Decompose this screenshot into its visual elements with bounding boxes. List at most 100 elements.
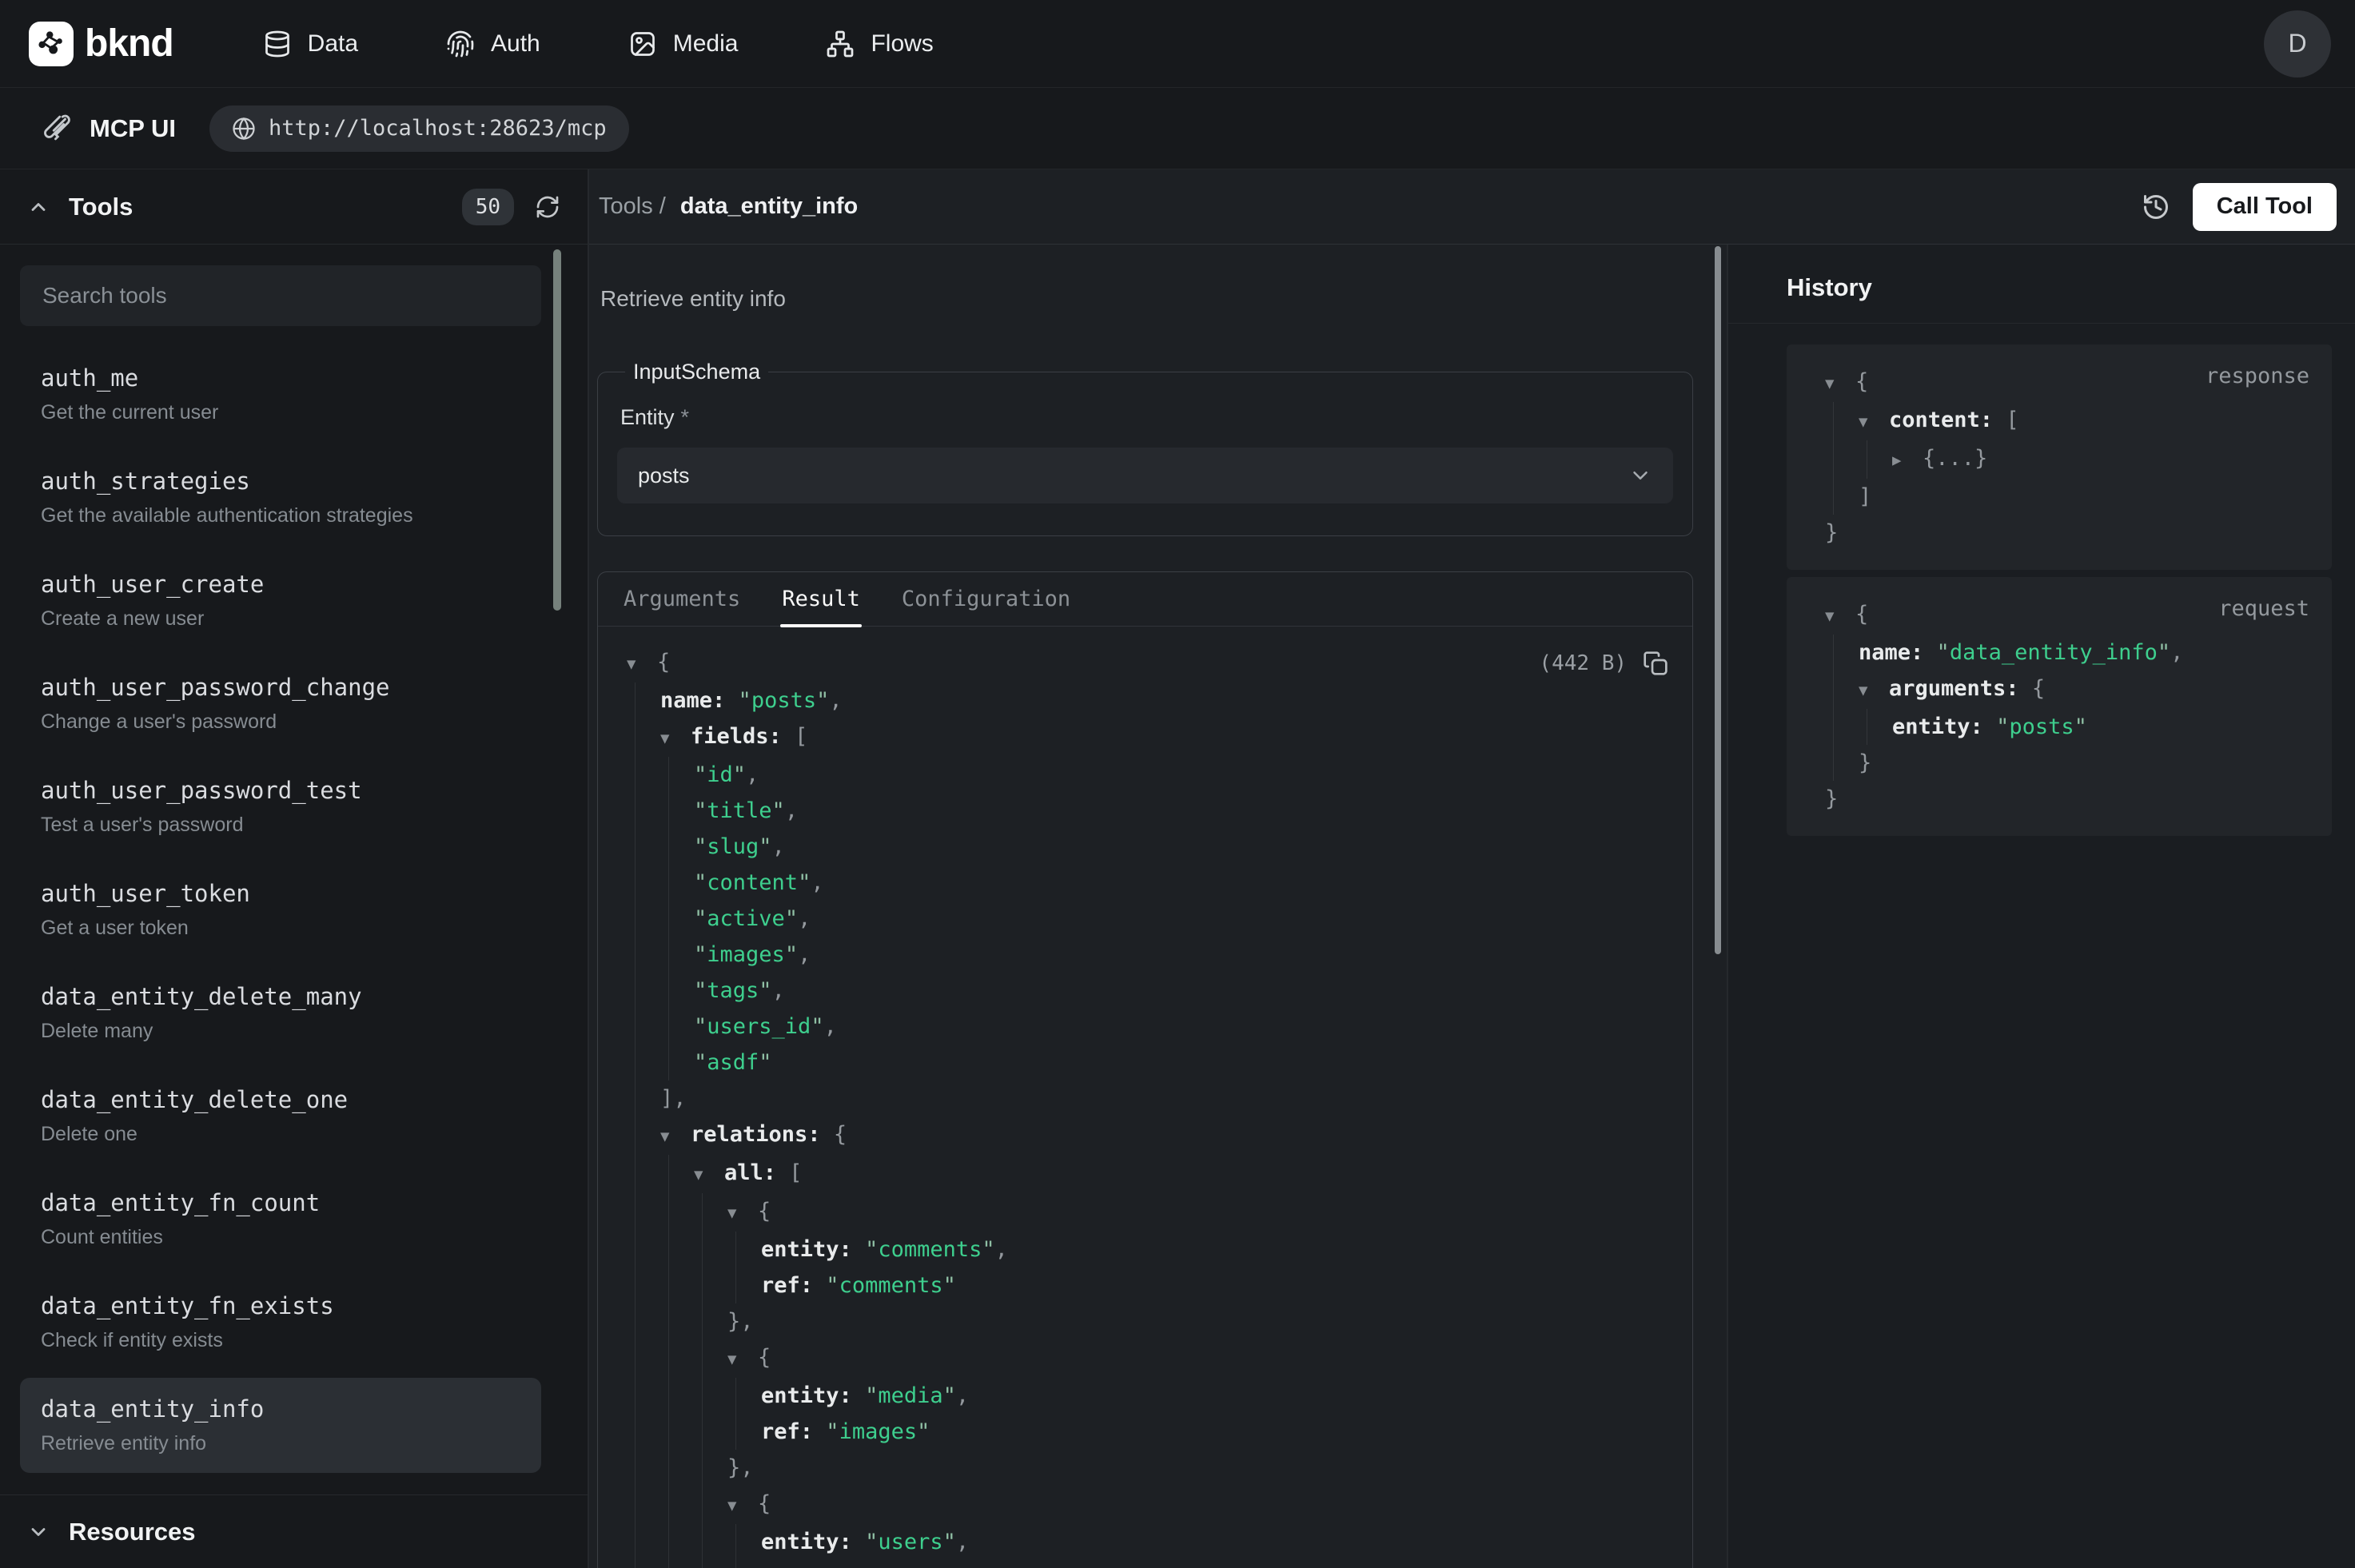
sidebar-scrollbar[interactable]	[553, 249, 561, 611]
json-line: ▼arguments: {	[1809, 671, 2309, 709]
json-line: "images",	[611, 937, 1670, 973]
main-scrollbar[interactable]	[1715, 246, 1721, 954]
top-navbar: bknd Data Auth Media Flows D	[0, 0, 2355, 88]
json-line: "id",	[611, 757, 1670, 793]
json-line: name: "posts",	[611, 683, 1670, 718]
tool-header-bar: Tools / data_entity_info Call Tool	[589, 169, 2355, 245]
nav-item-label: Data	[308, 30, 358, 58]
nav-item-flows[interactable]: Flows	[826, 30, 933, 58]
search-input[interactable]	[20, 265, 541, 326]
json-line: ]	[1809, 479, 2309, 515]
json-line: }	[1809, 781, 2309, 817]
tool-detail-panel: Retrieve entity info InputSchema Entity*…	[589, 245, 1727, 1568]
brand[interactable]: bknd	[29, 22, 173, 66]
tool-name: data_entity_fn_count	[41, 1189, 520, 1216]
header-actions: Call Tool	[2142, 183, 2337, 231]
mcp-url: http://localhost:28623/mcp	[269, 116, 607, 141]
json-line: "slug",	[611, 829, 1670, 865]
json-line: },	[611, 1303, 1670, 1339]
main-column: Tools / data_entity_info Call Tool Retri…	[589, 169, 2355, 1568]
json-line: "title",	[611, 793, 1670, 829]
nav-item-media[interactable]: Media	[628, 30, 739, 58]
history-icon[interactable]	[2142, 193, 2170, 221]
input-schema-fieldset: InputSchema Entity* posts	[597, 360, 1693, 536]
json-toggle-arrow[interactable]: ▼	[1859, 404, 1889, 440]
json-toggle-arrow[interactable]: ▼	[694, 1157, 724, 1193]
tools-sidebar: Tools 50 auth_meGet the current userauth…	[0, 169, 589, 1568]
nav-item-data[interactable]: Data	[263, 30, 358, 58]
mcp-ui-title: MCP UI	[90, 114, 176, 143]
tab-result[interactable]: Result	[780, 587, 862, 626]
json-toggle-arrow[interactable]: ▼	[1825, 599, 1855, 635]
json-line: ▶{...}	[1809, 440, 2309, 479]
app-window: bknd Data Auth Media Flows D MCP UI http://…	[0, 0, 2355, 1568]
tool-name: auth_me	[41, 364, 520, 392]
nav-item-auth[interactable]: Auth	[446, 30, 540, 58]
tool-list-item-data_entity_info[interactable]: data_entity_infoRetrieve entity info	[20, 1378, 541, 1473]
tool-list-item-auth_user_create[interactable]: auth_user_createCreate a new user	[20, 553, 541, 648]
tool-desc: Create a new user	[41, 607, 520, 631]
tool-list-item-auth_user_token[interactable]: auth_user_tokenGet a user token	[20, 862, 541, 957]
tool-desc: Check if entity exists	[41, 1329, 520, 1352]
tool-list-item-auth_user_password_test[interactable]: auth_user_password_testTest a user's pas…	[20, 759, 541, 854]
json-line: ▼fields: [	[611, 718, 1670, 757]
tab-arguments[interactable]: Arguments	[622, 587, 742, 626]
chevron-up-icon	[27, 196, 50, 218]
mcp-url-pill[interactable]: http://localhost:28623/mcp	[209, 105, 629, 152]
call-tool-button[interactable]: Call Tool	[2193, 183, 2337, 231]
tool-list-item-auth_me[interactable]: auth_meGet the current user	[20, 347, 541, 442]
json-toggle-arrow[interactable]: ▼	[1859, 673, 1889, 709]
json-toggle-arrow[interactable]: ▼	[727, 1488, 758, 1524]
entity-field-label: Entity*	[620, 405, 1676, 430]
json-line: ▼{	[1809, 596, 2309, 635]
json-toggle-arrow[interactable]: ▼	[660, 1119, 691, 1155]
tool-name: auth_user_password_change	[41, 674, 520, 701]
result-tabs: Arguments Result Configuration	[598, 572, 1692, 627]
tool-name: data_entity_fn_exists	[41, 1292, 520, 1319]
tool-list-item-auth_strategies[interactable]: auth_strategiesGet the available authent…	[20, 450, 541, 545]
tool-list-item-data_entity_delete_many[interactable]: data_entity_delete_manyDelete many	[20, 965, 541, 1061]
json-line: ▼relations: {	[611, 1116, 1670, 1155]
json-toggle-arrow[interactable]: ▼	[727, 1342, 758, 1378]
tools-count-badge: 50	[462, 189, 514, 225]
json-toggle-arrow[interactable]: ▼	[1825, 366, 1855, 402]
brand-name: bknd	[85, 22, 173, 66]
bknd-logo-icon	[29, 22, 74, 66]
chevron-down-icon	[27, 1521, 50, 1543]
tool-name: auth_strategies	[41, 468, 520, 495]
json-line: entity: "posts"	[1809, 709, 2309, 745]
image-icon	[628, 30, 657, 58]
json-toggle-arrow[interactable]: ▶	[1892, 443, 1923, 479]
history-entry-response[interactable]: response▼{▼content: [▶{...}]}	[1787, 344, 2332, 570]
history-panel: History response▼{▼content: [▶{...}]}req…	[1727, 245, 2355, 1568]
tool-name: data_entity_delete_many	[41, 983, 520, 1010]
json-toggle-arrow[interactable]: ▼	[660, 721, 691, 757]
mcp-icon	[40, 113, 70, 144]
tool-list-item-data_entity_delete_one[interactable]: data_entity_delete_oneDelete one	[20, 1069, 541, 1164]
entity-select[interactable]: posts	[617, 448, 1673, 503]
user-avatar[interactable]: D	[2264, 10, 2331, 78]
breadcrumb-section[interactable]: Tools	[599, 193, 653, 219]
tool-desc: Count entities	[41, 1226, 520, 1249]
result-card: ArgumentsResultConfiguration (442 B)	[597, 571, 1693, 1568]
resources-section-header[interactable]: Resources	[0, 1494, 588, 1568]
tool-list-item-data_entity_fn_exists[interactable]: data_entity_fn_exists Check if entity exi…	[20, 1275, 541, 1370]
json-line: ref: "comments"	[611, 1268, 1670, 1303]
history-entry-request[interactable]: request▼{name: "data_entity_info",▼argum…	[1787, 577, 2332, 836]
tool-desc: Change a user's password	[41, 710, 520, 734]
tools-section-header[interactable]: Tools 50	[0, 169, 588, 245]
database-icon	[263, 30, 292, 58]
tab-configuration[interactable]: Configuration	[900, 587, 1072, 626]
json-line: ▼{	[611, 644, 1670, 683]
tool-list-item-data_entity_fn_count[interactable]: data_entity_fn_count Count entities	[20, 1172, 541, 1267]
json-toggle-arrow[interactable]: ▼	[627, 647, 657, 683]
mcp-bar: MCP UI http://localhost:28623/mcp	[0, 88, 2355, 169]
tools-list-scroll: auth_meGet the current userauth_strategi…	[0, 245, 588, 1494]
json-line: "active",	[611, 901, 1670, 937]
entity-select-value: posts	[638, 464, 690, 488]
globe-icon	[232, 117, 256, 141]
json-toggle-arrow[interactable]: ▼	[727, 1196, 758, 1232]
refresh-icon[interactable]	[535, 194, 560, 220]
tool-list-item-auth_user_password_change[interactable]: auth_user_password_change Change a user's…	[20, 656, 541, 751]
tools-section-title: Tools	[69, 193, 133, 221]
